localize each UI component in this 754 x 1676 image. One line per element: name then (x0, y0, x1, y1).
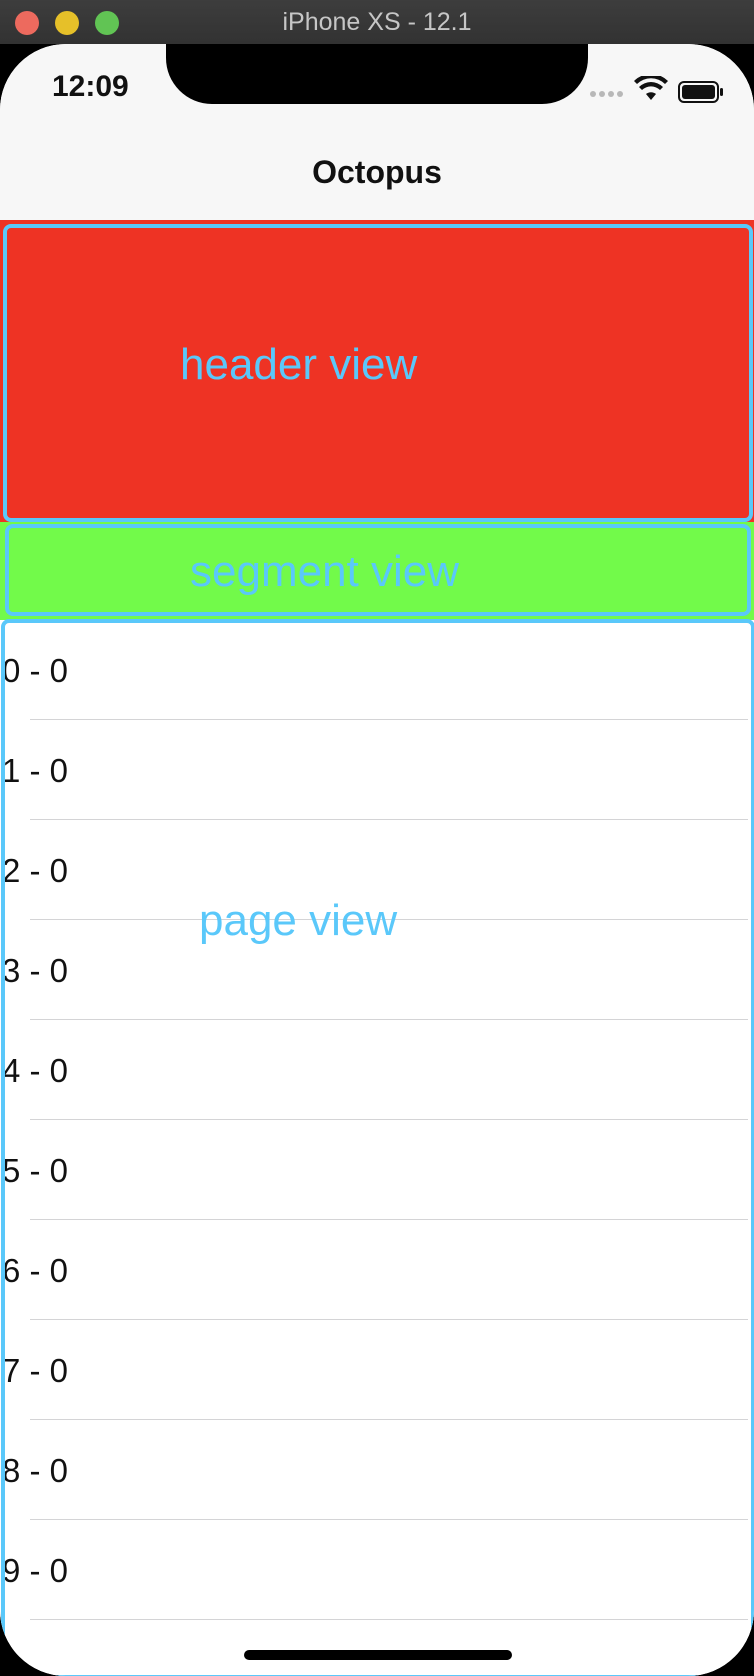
page-title: Octopus (312, 154, 442, 190)
header-view-label: header view (180, 340, 418, 389)
battery-icon (678, 81, 723, 103)
page-view-label: page view (199, 896, 398, 945)
window-titlebar: iPhone XS - 12.1 (0, 0, 754, 45)
segment-view-label: segment view (190, 547, 460, 596)
window-title: iPhone XS - 12.1 (282, 8, 472, 36)
app-display: 12:09 Octopus header view segment view 0… (0, 44, 754, 1676)
status-time: 12:09 (52, 70, 129, 103)
device-notch (166, 44, 588, 104)
wifi-icon (634, 76, 668, 100)
cellular-signal-icon (590, 91, 630, 99)
simulator-window: iPhone XS - 12.1 12:09 Octopus header vi… (0, 0, 754, 1676)
home-indicator[interactable] (244, 1650, 512, 1660)
page-debug-frame (1, 619, 754, 1676)
device-screen: 12:09 Octopus header view segment view 0… (0, 44, 754, 1676)
